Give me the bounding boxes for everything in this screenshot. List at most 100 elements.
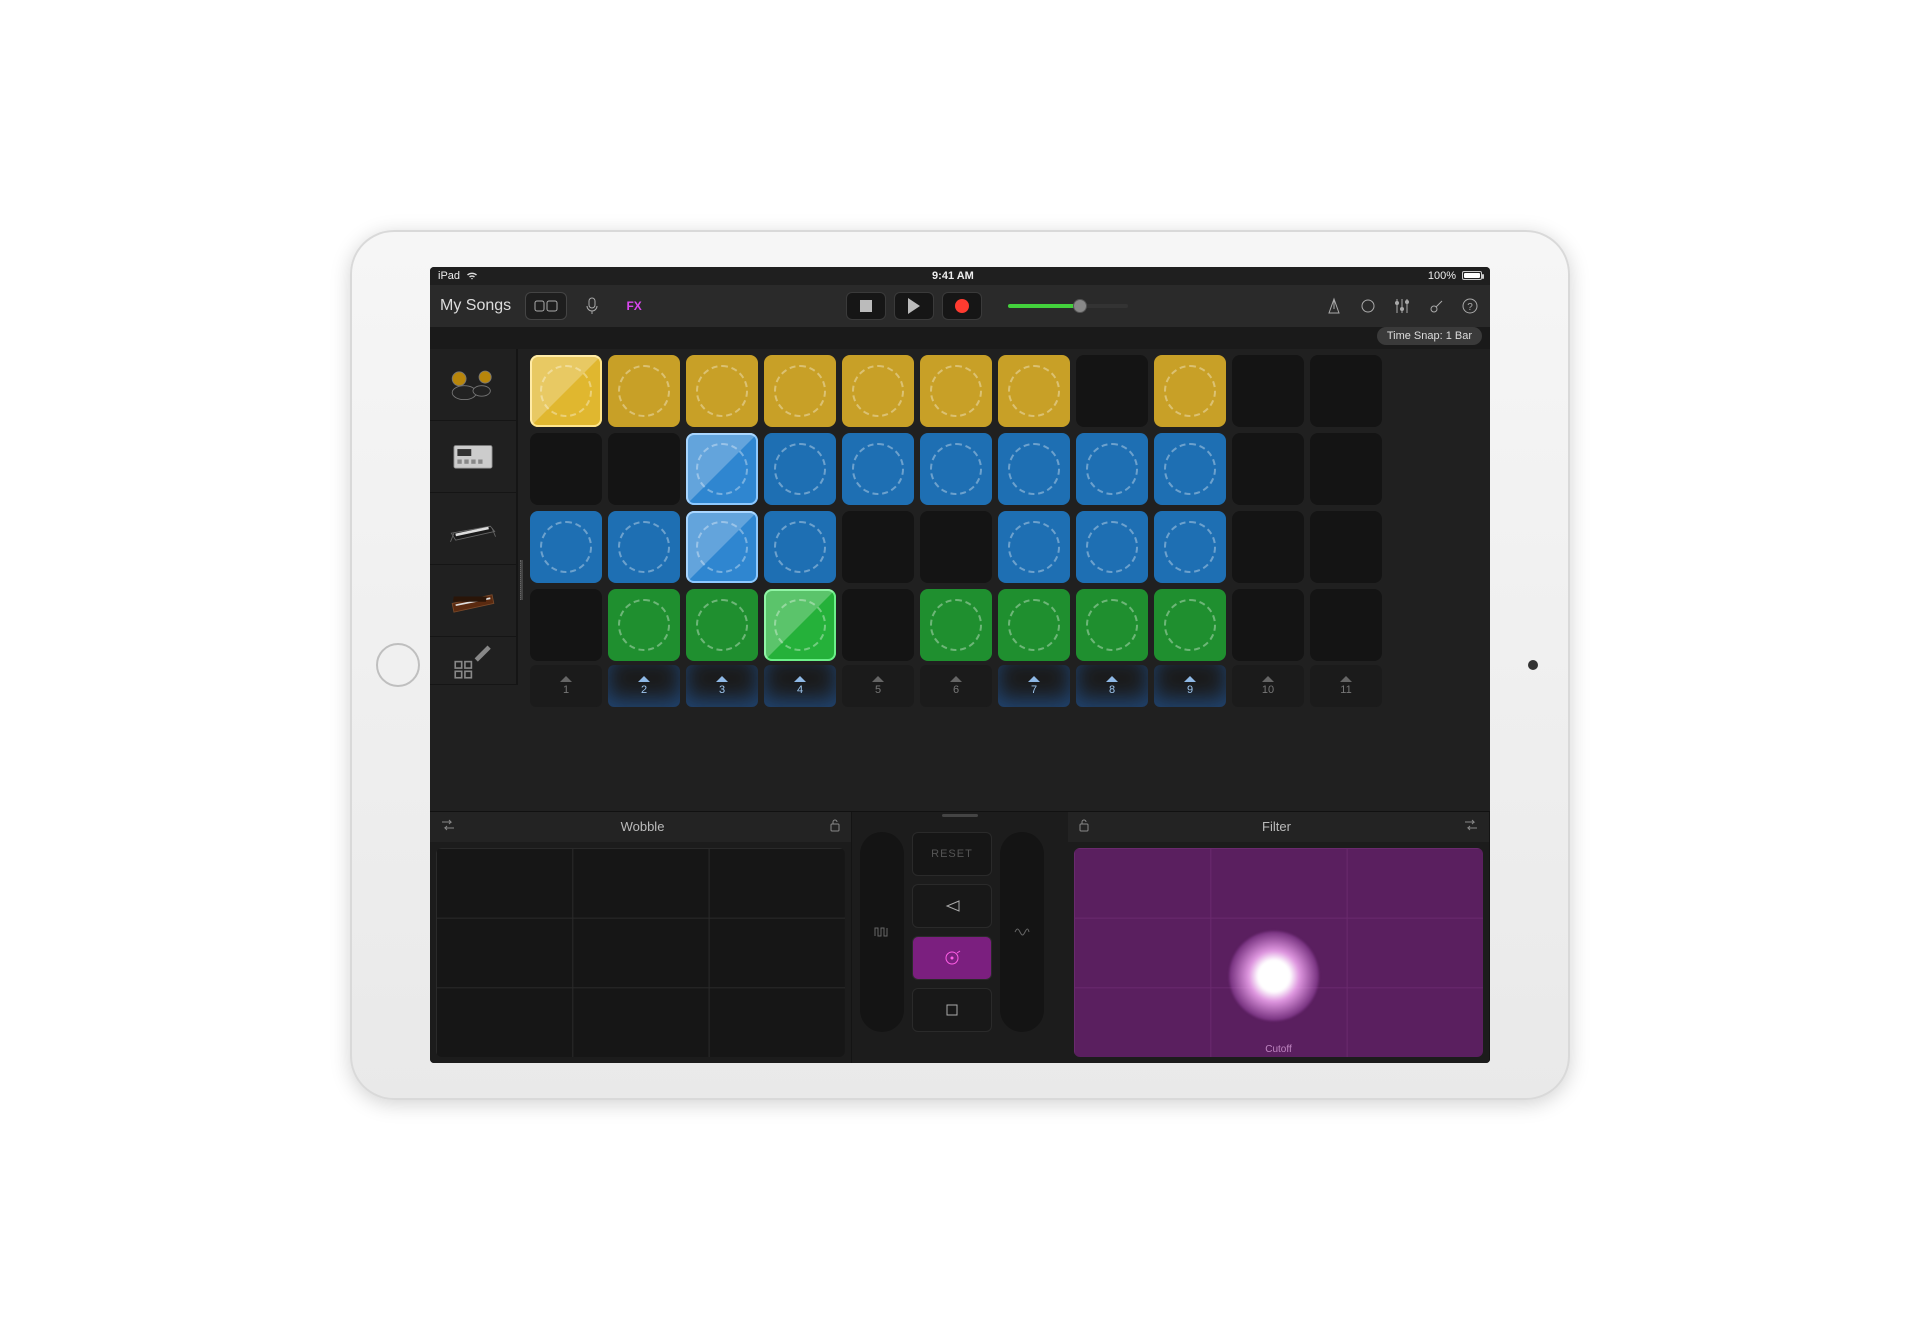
loop-cell[interactable] bbox=[686, 355, 758, 427]
app-screen: iPad 9:41 AM 100% My Songs FX bbox=[430, 267, 1490, 1063]
loop-cell[interactable] bbox=[842, 511, 914, 583]
loop-cell[interactable] bbox=[764, 355, 836, 427]
microphone-icon[interactable] bbox=[575, 297, 609, 315]
loop-cell[interactable] bbox=[608, 511, 680, 583]
loop-cell[interactable] bbox=[530, 355, 602, 427]
fx-xy-pad-filter[interactable]: Cutoff Resonance bbox=[1074, 848, 1483, 1057]
settings-icon[interactable] bbox=[1426, 296, 1446, 316]
fx-drag-handle[interactable] bbox=[852, 812, 1068, 820]
loop-cell[interactable] bbox=[764, 511, 836, 583]
loop-cell[interactable] bbox=[530, 433, 602, 505]
loop-cell[interactable] bbox=[1076, 433, 1148, 505]
column-trigger[interactable]: 4 bbox=[764, 665, 836, 707]
master-volume-slider[interactable] bbox=[1008, 304, 1128, 308]
column-number: 5 bbox=[875, 684, 881, 696]
loop-cell[interactable] bbox=[842, 589, 914, 661]
loop-cell[interactable] bbox=[764, 433, 836, 505]
fx-swap-right-icon[interactable] bbox=[1463, 818, 1479, 835]
stop-button[interactable] bbox=[846, 292, 886, 320]
column-trigger[interactable]: 11 bbox=[1310, 665, 1382, 707]
loop-cell[interactable] bbox=[686, 589, 758, 661]
fx-reset-button[interactable]: RESET bbox=[912, 832, 992, 876]
toolbar: My Songs FX bbox=[430, 285, 1490, 327]
column-trigger[interactable]: 8 bbox=[1076, 665, 1148, 707]
loop-cell[interactable] bbox=[1154, 433, 1226, 505]
loop-cell[interactable] bbox=[1232, 511, 1304, 583]
loop-cell[interactable] bbox=[920, 433, 992, 505]
wifi-icon bbox=[466, 271, 478, 281]
loop-cell[interactable] bbox=[1154, 589, 1226, 661]
loop-cell[interactable] bbox=[1310, 511, 1382, 583]
loop-cell[interactable] bbox=[686, 433, 758, 505]
column-trigger[interactable]: 5 bbox=[842, 665, 914, 707]
loop-cell[interactable] bbox=[1232, 589, 1304, 661]
fx-xy-pad-wobble[interactable] bbox=[436, 848, 845, 1057]
gater-strip-right[interactable] bbox=[1000, 832, 1044, 1032]
mixer-icon[interactable] bbox=[1392, 296, 1412, 316]
loop-cell[interactable] bbox=[1154, 355, 1226, 427]
fx-touch-point bbox=[1229, 931, 1319, 1021]
loop-cell[interactable] bbox=[686, 511, 758, 583]
loop-cell[interactable] bbox=[998, 589, 1070, 661]
loop-cell[interactable] bbox=[1310, 589, 1382, 661]
column-number: 11 bbox=[1340, 684, 1351, 696]
cell-edit-button[interactable] bbox=[430, 637, 518, 685]
fx-swap-left-icon[interactable] bbox=[440, 818, 456, 835]
loop-cell[interactable] bbox=[1154, 511, 1226, 583]
loop-cell[interactable] bbox=[1232, 433, 1304, 505]
home-button[interactable] bbox=[376, 643, 420, 687]
fx-lock-right-icon[interactable] bbox=[1078, 818, 1090, 835]
record-button[interactable] bbox=[942, 292, 982, 320]
fx-reverse-button[interactable] bbox=[912, 884, 992, 928]
track-header-drumkit[interactable] bbox=[430, 349, 518, 421]
loop-cell[interactable] bbox=[530, 589, 602, 661]
column-number: 2 bbox=[641, 684, 647, 696]
loop-cell[interactable] bbox=[998, 355, 1070, 427]
fx-scratch-button[interactable] bbox=[912, 936, 992, 980]
loop-cell[interactable] bbox=[920, 355, 992, 427]
gater-strip-left[interactable] bbox=[860, 832, 904, 1032]
loop-cell[interactable] bbox=[1076, 511, 1148, 583]
loop-cell[interactable] bbox=[608, 355, 680, 427]
loop-cell[interactable] bbox=[998, 433, 1070, 505]
fx-stop-button[interactable] bbox=[912, 988, 992, 1032]
loop-cell[interactable] bbox=[608, 589, 680, 661]
loop-cell[interactable] bbox=[530, 511, 602, 583]
transport-controls bbox=[846, 292, 982, 320]
loop-cell[interactable] bbox=[1310, 355, 1382, 427]
metronome-icon[interactable] bbox=[1324, 296, 1344, 316]
loop-cell[interactable] bbox=[1076, 355, 1148, 427]
time-snap-pill[interactable]: Time Snap: 1 Bar bbox=[1377, 327, 1482, 345]
loop-cell[interactable] bbox=[764, 589, 836, 661]
loop-cell[interactable] bbox=[842, 433, 914, 505]
loop-cell[interactable] bbox=[1232, 355, 1304, 427]
browser-toggle-button[interactable] bbox=[525, 292, 567, 320]
loop-cell[interactable] bbox=[920, 511, 992, 583]
track-header-keyboard[interactable] bbox=[430, 493, 518, 565]
loop-cell[interactable] bbox=[842, 355, 914, 427]
fx-lock-left-icon[interactable] bbox=[829, 818, 841, 835]
column-number: 8 bbox=[1109, 684, 1115, 696]
column-trigger[interactable]: 3 bbox=[686, 665, 758, 707]
track-header-synth[interactable] bbox=[430, 565, 518, 637]
loop-cell[interactable] bbox=[998, 511, 1070, 583]
chevron-up-icon bbox=[1028, 676, 1040, 682]
loop-icon[interactable] bbox=[1358, 296, 1378, 316]
column-trigger[interactable]: 1 bbox=[530, 665, 602, 707]
my-songs-button[interactable]: My Songs bbox=[440, 297, 511, 315]
track-header-drum-machine[interactable] bbox=[430, 421, 518, 493]
column-trigger[interactable]: 2 bbox=[608, 665, 680, 707]
chevron-up-icon bbox=[872, 676, 884, 682]
column-trigger[interactable]: 7 bbox=[998, 665, 1070, 707]
column-trigger[interactable]: 6 bbox=[920, 665, 992, 707]
loop-cell[interactable] bbox=[608, 433, 680, 505]
help-icon[interactable]: ? bbox=[1460, 296, 1480, 316]
play-button[interactable] bbox=[894, 292, 934, 320]
loop-cell[interactable] bbox=[1310, 433, 1382, 505]
column-trigger[interactable]: 10 bbox=[1232, 665, 1304, 707]
loop-cell[interactable] bbox=[1076, 589, 1148, 661]
svg-text:?: ? bbox=[1467, 302, 1473, 313]
loop-cell[interactable] bbox=[920, 589, 992, 661]
column-number: 1 bbox=[563, 684, 569, 696]
column-trigger[interactable]: 9 bbox=[1154, 665, 1226, 707]
